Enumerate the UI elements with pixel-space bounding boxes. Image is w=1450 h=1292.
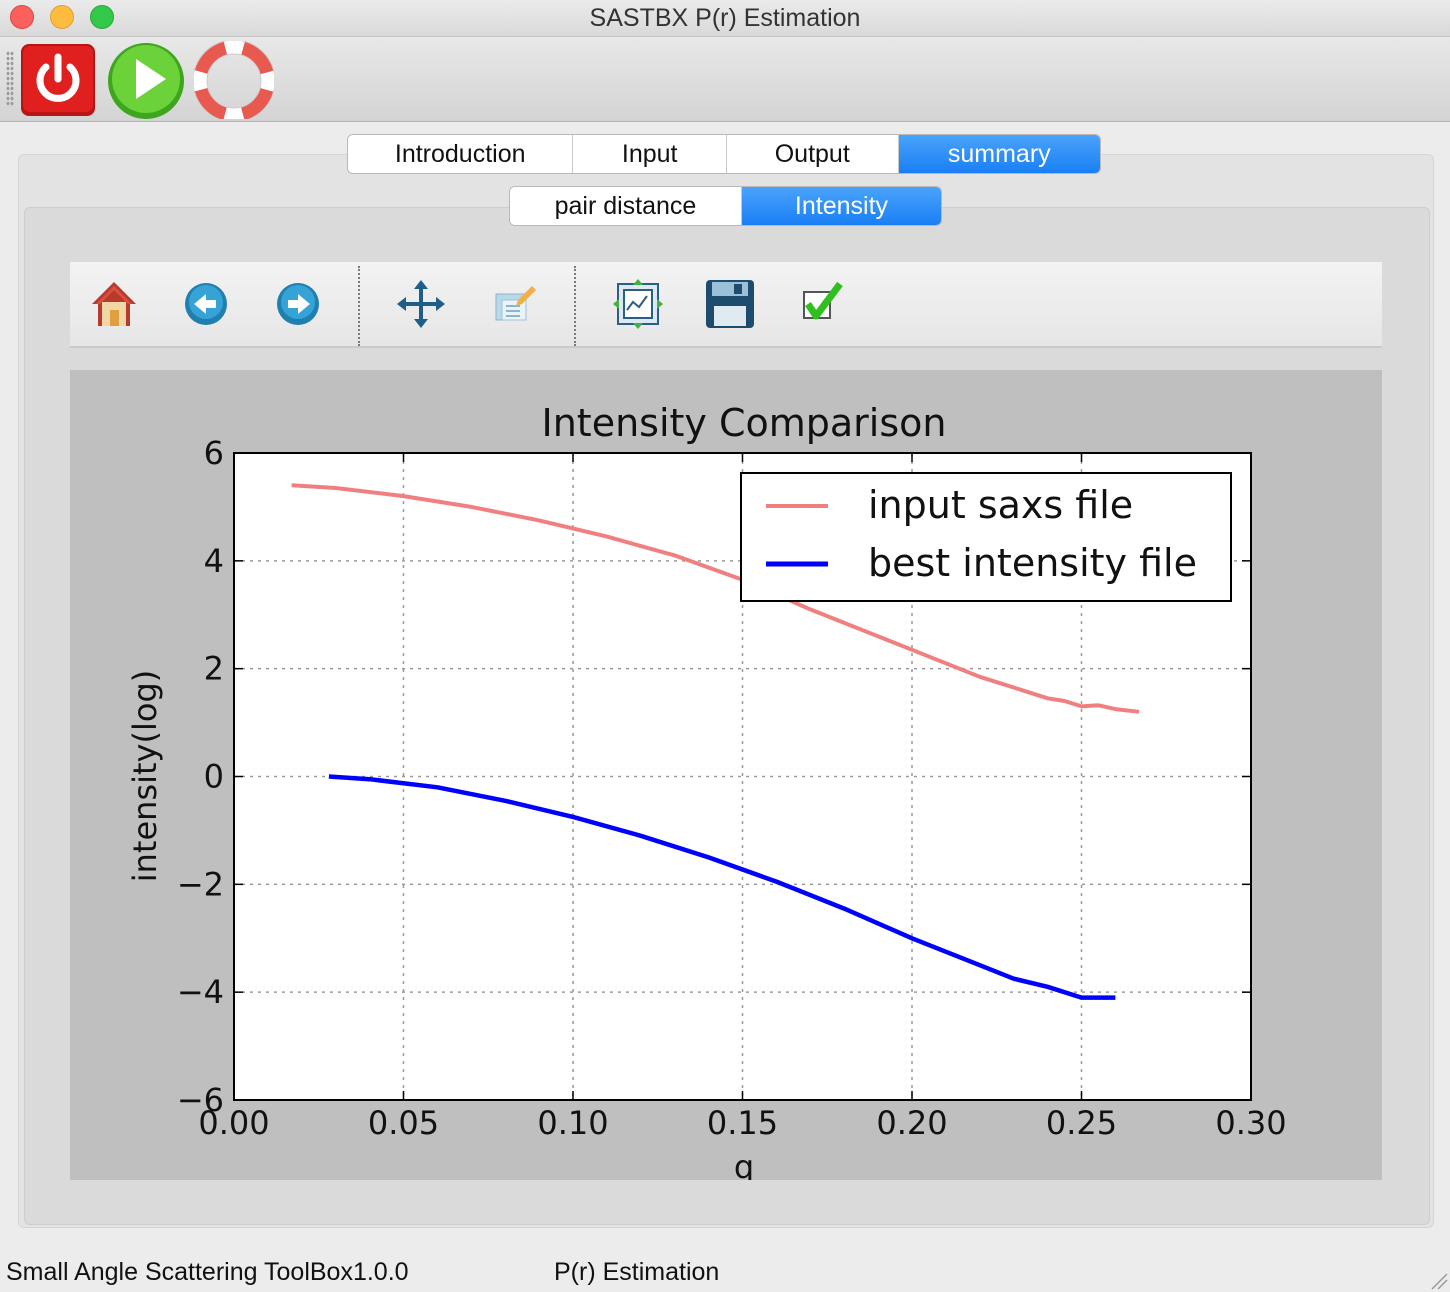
back-icon xyxy=(185,283,227,325)
save-icon xyxy=(706,280,754,328)
x-tick-label: 0.10 xyxy=(537,1104,608,1142)
back-button[interactable] xyxy=(180,278,232,330)
y-tick-label: −6 xyxy=(177,1081,224,1119)
quit-button[interactable] xyxy=(18,41,98,119)
forward-button[interactable] xyxy=(272,278,324,330)
tab-summary[interactable]: summary xyxy=(898,135,1100,173)
y-tick-label: −2 xyxy=(177,865,224,903)
legend: input saxs file best intensity file xyxy=(740,472,1232,602)
y-axis-label: intensity(log) xyxy=(126,670,164,882)
power-icon xyxy=(21,44,95,116)
intensity-chart: Intensity Comparison 0.00 0.05 0.10 0.15 0.2… xyxy=(126,401,1287,1180)
main-toolbar xyxy=(0,37,1450,123)
resize-grip-icon[interactable] xyxy=(1426,1268,1448,1290)
zoom-icon xyxy=(495,286,536,321)
y-tick-label: 4 xyxy=(204,542,224,580)
tab-pair-distance[interactable]: pair distance xyxy=(510,187,742,225)
lifebuoy-icon xyxy=(192,39,276,123)
x-tick-label: 0.05 xyxy=(368,1104,439,1142)
save-button[interactable] xyxy=(704,278,756,330)
main-tab-bar: Introduction Input Output summary xyxy=(347,134,1101,174)
subplots-button[interactable] xyxy=(612,278,664,330)
pan-button[interactable] xyxy=(395,278,447,330)
tab-intensity[interactable]: Intensity xyxy=(741,187,941,225)
customize-button[interactable] xyxy=(796,278,848,330)
tab-input[interactable]: Input xyxy=(573,135,727,173)
status-app-version: Small Angle Scattering ToolBox1.0.0 xyxy=(6,1258,409,1286)
x-axis-label: q xyxy=(734,1148,754,1180)
y-tick-label: 0 xyxy=(204,758,224,796)
status-module: P(r) Estimation xyxy=(554,1258,720,1286)
x-tick-label: 0.20 xyxy=(876,1104,947,1142)
pan-icon xyxy=(397,280,445,328)
y-tick-label: 6 xyxy=(204,434,224,472)
help-button[interactable] xyxy=(192,39,276,123)
y-tick-label: 2 xyxy=(204,650,224,688)
sub-tab-bar: pair distance Intensity xyxy=(509,186,942,226)
legend-label-best: best intensity file xyxy=(868,541,1197,585)
tab-introduction[interactable]: Introduction xyxy=(348,135,574,173)
title-bar: SASTBX P(r) Estimation xyxy=(0,0,1450,37)
subplots-icon xyxy=(613,279,663,329)
check-icon xyxy=(803,281,843,320)
plot-canvas[interactable]: Intensity Comparison 0.00 0.05 0.10 0.15 0.2… xyxy=(70,370,1382,1180)
toolbar-separator xyxy=(574,266,576,346)
y-tick-label: −4 xyxy=(177,973,224,1011)
play-icon xyxy=(108,43,184,119)
x-tick-label: 0.30 xyxy=(1215,1104,1286,1142)
zoom-button[interactable] xyxy=(488,278,540,330)
run-button[interactable] xyxy=(106,41,186,119)
home-button[interactable] xyxy=(88,278,140,330)
plot-toolbar xyxy=(70,262,1382,348)
toolbar-grip[interactable] xyxy=(6,51,14,107)
home-icon xyxy=(92,282,136,326)
tab-output[interactable]: Output xyxy=(727,135,899,173)
x-tick-label: 0.25 xyxy=(1046,1104,1117,1142)
window-title: SASTBX P(r) Estimation xyxy=(589,4,861,32)
legend-label-input: input saxs file xyxy=(868,483,1133,527)
x-tick-label: 0.15 xyxy=(707,1104,778,1142)
forward-icon xyxy=(277,283,319,325)
toolbar-separator xyxy=(358,266,360,346)
chart-title: Intensity Comparison xyxy=(542,401,947,445)
